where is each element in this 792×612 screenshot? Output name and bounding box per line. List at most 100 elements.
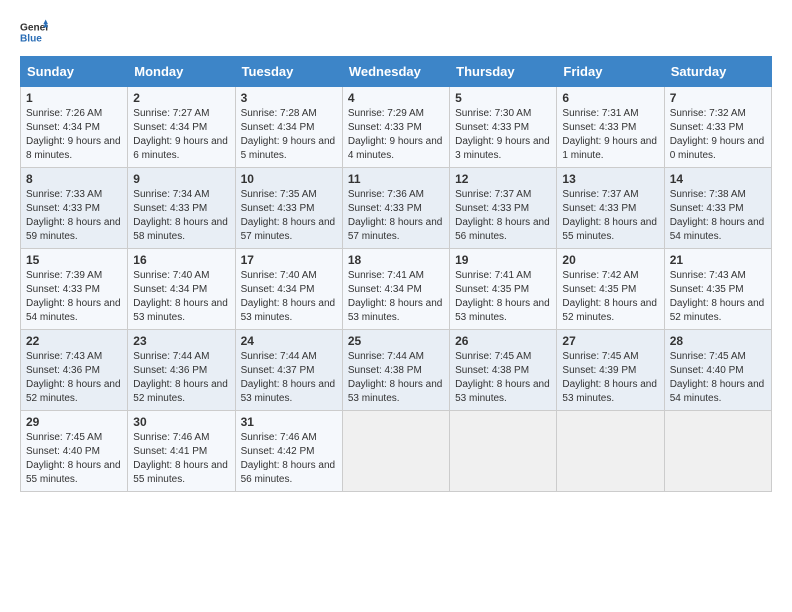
- day-info: Sunrise: 7:45 AMSunset: 4:38 PMDaylight:…: [455, 351, 550, 404]
- day-info: Sunrise: 7:43 AMSunset: 4:36 PMDaylight:…: [26, 351, 121, 404]
- day-cell: 16 Sunrise: 7:40 AMSunset: 4:34 PMDaylig…: [128, 249, 235, 330]
- day-info: Sunrise: 7:35 AMSunset: 4:33 PMDaylight:…: [241, 189, 336, 242]
- day-info: Sunrise: 7:41 AMSunset: 4:35 PMDaylight:…: [455, 270, 550, 323]
- day-number: 25: [348, 334, 444, 348]
- day-info: Sunrise: 7:40 AMSunset: 4:34 PMDaylight:…: [133, 270, 228, 323]
- day-cell: 7 Sunrise: 7:32 AMSunset: 4:33 PMDayligh…: [664, 87, 771, 168]
- day-cell: 24 Sunrise: 7:44 AMSunset: 4:37 PMDaylig…: [235, 330, 342, 411]
- day-number: 24: [241, 334, 337, 348]
- day-cell: [664, 411, 771, 492]
- day-info: Sunrise: 7:43 AMSunset: 4:35 PMDaylight:…: [670, 270, 765, 323]
- day-cell: 2 Sunrise: 7:27 AMSunset: 4:34 PMDayligh…: [128, 87, 235, 168]
- day-number: 14: [670, 172, 766, 186]
- day-number: 7: [670, 91, 766, 105]
- column-headers: SundayMondayTuesdayWednesdayThursdayFrid…: [21, 57, 772, 87]
- day-cell: 4 Sunrise: 7:29 AMSunset: 4:33 PMDayligh…: [342, 87, 449, 168]
- day-cell: 6 Sunrise: 7:31 AMSunset: 4:33 PMDayligh…: [557, 87, 664, 168]
- day-cell: 19 Sunrise: 7:41 AMSunset: 4:35 PMDaylig…: [450, 249, 557, 330]
- day-cell: 13 Sunrise: 7:37 AMSunset: 4:33 PMDaylig…: [557, 168, 664, 249]
- day-info: Sunrise: 7:45 AMSunset: 4:40 PMDaylight:…: [670, 351, 765, 404]
- day-cell: 9 Sunrise: 7:34 AMSunset: 4:33 PMDayligh…: [128, 168, 235, 249]
- day-info: Sunrise: 7:41 AMSunset: 4:34 PMDaylight:…: [348, 270, 443, 323]
- day-info: Sunrise: 7:45 AMSunset: 4:40 PMDaylight:…: [26, 432, 121, 485]
- day-info: Sunrise: 7:42 AMSunset: 4:35 PMDaylight:…: [562, 270, 657, 323]
- day-info: Sunrise: 7:32 AMSunset: 4:33 PMDaylight:…: [670, 108, 765, 161]
- day-cell: [557, 411, 664, 492]
- day-number: 2: [133, 91, 229, 105]
- day-number: 16: [133, 253, 229, 267]
- day-info: Sunrise: 7:37 AMSunset: 4:33 PMDaylight:…: [455, 189, 550, 242]
- day-info: Sunrise: 7:45 AMSunset: 4:39 PMDaylight:…: [562, 351, 657, 404]
- column-header-sunday: Sunday: [21, 57, 128, 87]
- day-cell: 25 Sunrise: 7:44 AMSunset: 4:38 PMDaylig…: [342, 330, 449, 411]
- week-row-5: 29 Sunrise: 7:45 AMSunset: 4:40 PMDaylig…: [21, 411, 772, 492]
- calendar-table: SundayMondayTuesdayWednesdayThursdayFrid…: [20, 56, 772, 492]
- day-cell: 14 Sunrise: 7:38 AMSunset: 4:33 PMDaylig…: [664, 168, 771, 249]
- day-cell: 31 Sunrise: 7:46 AMSunset: 4:42 PMDaylig…: [235, 411, 342, 492]
- day-info: Sunrise: 7:34 AMSunset: 4:33 PMDaylight:…: [133, 189, 228, 242]
- day-info: Sunrise: 7:44 AMSunset: 4:36 PMDaylight:…: [133, 351, 228, 404]
- day-cell: 29 Sunrise: 7:45 AMSunset: 4:40 PMDaylig…: [21, 411, 128, 492]
- week-row-1: 1 Sunrise: 7:26 AMSunset: 4:34 PMDayligh…: [21, 87, 772, 168]
- day-info: Sunrise: 7:46 AMSunset: 4:42 PMDaylight:…: [241, 432, 336, 485]
- day-number: 21: [670, 253, 766, 267]
- week-row-3: 15 Sunrise: 7:39 AMSunset: 4:33 PMDaylig…: [21, 249, 772, 330]
- day-info: Sunrise: 7:44 AMSunset: 4:37 PMDaylight:…: [241, 351, 336, 404]
- day-number: 27: [562, 334, 658, 348]
- day-info: Sunrise: 7:29 AMSunset: 4:33 PMDaylight:…: [348, 108, 443, 161]
- day-number: 30: [133, 415, 229, 429]
- week-row-4: 22 Sunrise: 7:43 AMSunset: 4:36 PMDaylig…: [21, 330, 772, 411]
- day-cell: 3 Sunrise: 7:28 AMSunset: 4:34 PMDayligh…: [235, 87, 342, 168]
- day-number: 11: [348, 172, 444, 186]
- day-info: Sunrise: 7:28 AMSunset: 4:34 PMDaylight:…: [241, 108, 336, 161]
- day-info: Sunrise: 7:26 AMSunset: 4:34 PMDaylight:…: [26, 108, 121, 161]
- page: General Blue SundayMondayTuesdayWednesda…: [0, 0, 792, 502]
- day-number: 17: [241, 253, 337, 267]
- day-cell: [450, 411, 557, 492]
- day-info: Sunrise: 7:27 AMSunset: 4:34 PMDaylight:…: [133, 108, 228, 161]
- day-cell: 21 Sunrise: 7:43 AMSunset: 4:35 PMDaylig…: [664, 249, 771, 330]
- day-info: Sunrise: 7:39 AMSunset: 4:33 PMDaylight:…: [26, 270, 121, 323]
- day-cell: 10 Sunrise: 7:35 AMSunset: 4:33 PMDaylig…: [235, 168, 342, 249]
- day-cell: 30 Sunrise: 7:46 AMSunset: 4:41 PMDaylig…: [128, 411, 235, 492]
- day-cell: [342, 411, 449, 492]
- day-cell: 18 Sunrise: 7:41 AMSunset: 4:34 PMDaylig…: [342, 249, 449, 330]
- day-info: Sunrise: 7:36 AMSunset: 4:33 PMDaylight:…: [348, 189, 443, 242]
- day-number: 20: [562, 253, 658, 267]
- header: General Blue: [20, 18, 772, 46]
- day-info: Sunrise: 7:38 AMSunset: 4:33 PMDaylight:…: [670, 189, 765, 242]
- day-number: 4: [348, 91, 444, 105]
- day-cell: 20 Sunrise: 7:42 AMSunset: 4:35 PMDaylig…: [557, 249, 664, 330]
- day-cell: 23 Sunrise: 7:44 AMSunset: 4:36 PMDaylig…: [128, 330, 235, 411]
- day-cell: 22 Sunrise: 7:43 AMSunset: 4:36 PMDaylig…: [21, 330, 128, 411]
- day-number: 28: [670, 334, 766, 348]
- day-cell: 11 Sunrise: 7:36 AMSunset: 4:33 PMDaylig…: [342, 168, 449, 249]
- day-cell: 27 Sunrise: 7:45 AMSunset: 4:39 PMDaylig…: [557, 330, 664, 411]
- logo: General Blue: [20, 18, 52, 46]
- day-number: 1: [26, 91, 122, 105]
- logo-icon: General Blue: [20, 18, 48, 46]
- day-cell: 26 Sunrise: 7:45 AMSunset: 4:38 PMDaylig…: [450, 330, 557, 411]
- day-info: Sunrise: 7:40 AMSunset: 4:34 PMDaylight:…: [241, 270, 336, 323]
- column-header-wednesday: Wednesday: [342, 57, 449, 87]
- day-number: 29: [26, 415, 122, 429]
- day-info: Sunrise: 7:46 AMSunset: 4:41 PMDaylight:…: [133, 432, 228, 485]
- column-header-saturday: Saturday: [664, 57, 771, 87]
- day-cell: 1 Sunrise: 7:26 AMSunset: 4:34 PMDayligh…: [21, 87, 128, 168]
- day-number: 5: [455, 91, 551, 105]
- day-info: Sunrise: 7:31 AMSunset: 4:33 PMDaylight:…: [562, 108, 657, 161]
- svg-text:Blue: Blue: [20, 33, 42, 44]
- day-number: 19: [455, 253, 551, 267]
- day-cell: 5 Sunrise: 7:30 AMSunset: 4:33 PMDayligh…: [450, 87, 557, 168]
- column-header-tuesday: Tuesday: [235, 57, 342, 87]
- column-header-friday: Friday: [557, 57, 664, 87]
- day-number: 22: [26, 334, 122, 348]
- day-number: 3: [241, 91, 337, 105]
- day-number: 23: [133, 334, 229, 348]
- day-number: 13: [562, 172, 658, 186]
- column-header-thursday: Thursday: [450, 57, 557, 87]
- day-number: 9: [133, 172, 229, 186]
- day-cell: 8 Sunrise: 7:33 AMSunset: 4:33 PMDayligh…: [21, 168, 128, 249]
- day-number: 26: [455, 334, 551, 348]
- day-cell: 15 Sunrise: 7:39 AMSunset: 4:33 PMDaylig…: [21, 249, 128, 330]
